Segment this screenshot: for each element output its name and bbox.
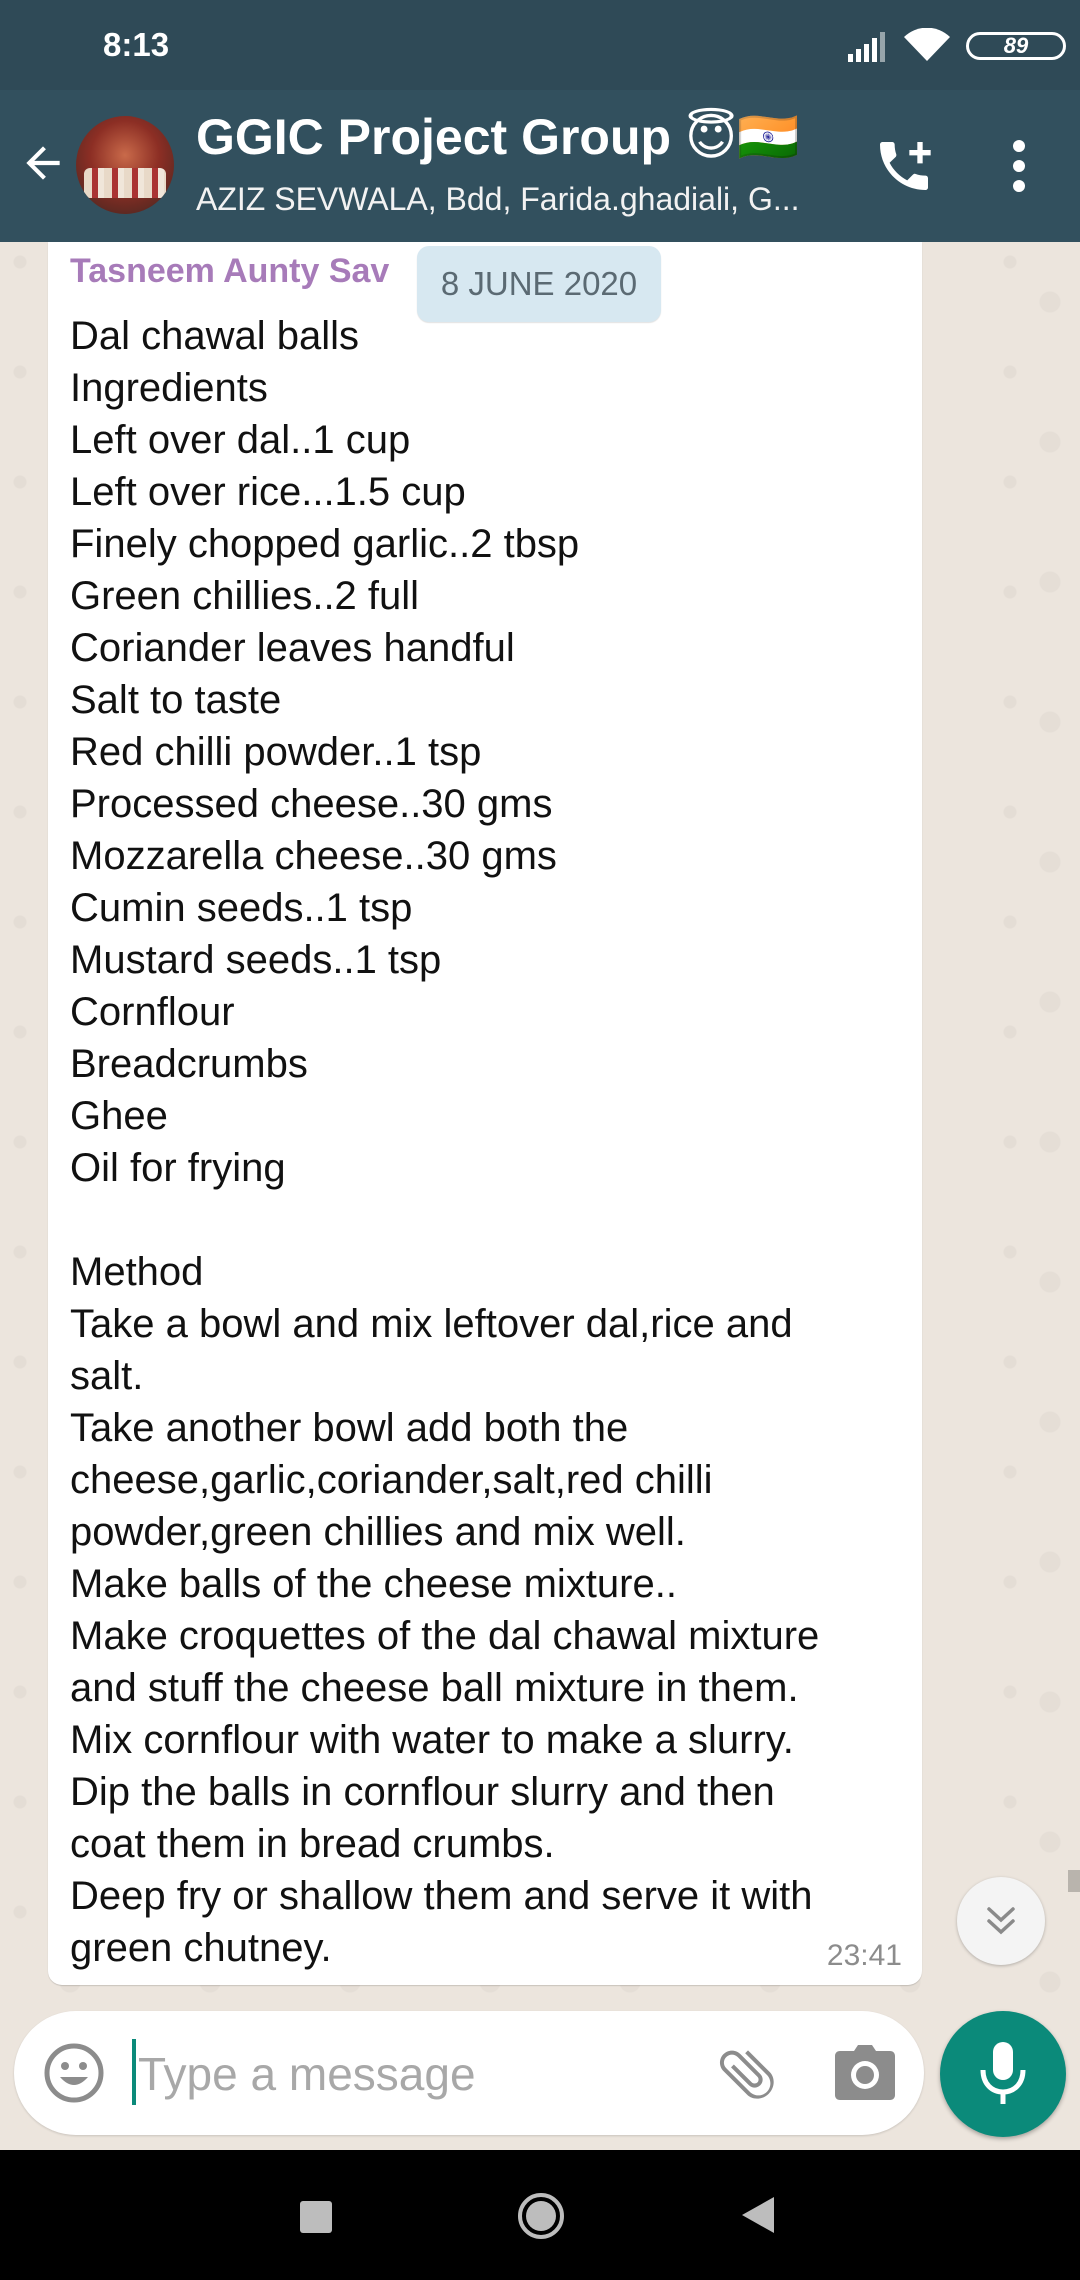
message-line: Oil for frying xyxy=(70,1146,286,1190)
message-line: Finely chopped garlic..2 tbsp xyxy=(70,522,580,566)
recents-button[interactable] xyxy=(300,2201,332,2233)
message-line: Ghee xyxy=(70,1094,168,1138)
message-line: Left over rice...1.5 cup xyxy=(70,470,466,514)
message-line: Take another bowl add both the xyxy=(70,1406,629,1450)
message-line xyxy=(70,1194,910,1246)
message-line: Salt to taste xyxy=(70,678,282,722)
emoji-icon[interactable] xyxy=(42,2041,106,2105)
message-line: powder,green chillies and mix well. xyxy=(70,1510,686,1554)
message-line: Cornflour xyxy=(70,990,235,1034)
message-line: Make balls of the cheese mixture.. xyxy=(70,1562,677,1606)
home-button[interactable] xyxy=(516,2191,566,2241)
message-line: Method xyxy=(70,1250,204,1294)
scrollbar-handle[interactable] xyxy=(1068,1870,1080,1892)
camera-icon[interactable] xyxy=(834,2043,896,2103)
chevron-double-down-icon xyxy=(987,1907,1015,1935)
mic-icon xyxy=(980,2042,1026,2104)
group-members: AZIZ SEVWALA, Bdd, Farida.ghadiali, G... xyxy=(196,181,800,217)
status-bar: 8:13 89 xyxy=(0,0,1080,90)
add-call-icon[interactable] xyxy=(872,134,936,198)
signal-icon xyxy=(848,32,885,62)
message-line: Breadcrumbs xyxy=(70,1042,308,1086)
chat-header: GGIC Project Group 😇🇮🇳 AZIZ SEVWALA, Bdd… xyxy=(0,90,1080,242)
message-bubble[interactable]: Tasneem Aunty Sav Dal chawal balls Ingred… xyxy=(48,242,922,1985)
more-vertical-icon[interactable] xyxy=(1006,138,1032,194)
scroll-to-bottom-button[interactable] xyxy=(957,1877,1045,1965)
message-line: coat them in bread crumbs. xyxy=(70,1822,555,1866)
wifi-icon xyxy=(904,28,950,61)
message-line: Take a bowl and mix leftover dal,rice an… xyxy=(70,1302,793,1346)
message-line: Red chilli powder..1 tsp xyxy=(70,730,482,774)
message-line: Left over dal..1 cup xyxy=(70,418,411,462)
message-line: Cumin seeds..1 tsp xyxy=(70,886,413,930)
message-line: Green chillies..2 full xyxy=(70,574,420,618)
message-composer xyxy=(14,2011,924,2135)
message-line: and stuff the cheese ball mixture in the… xyxy=(70,1666,799,1710)
group-info[interactable]: GGIC Project Group 😇🇮🇳 AZIZ SEVWALA, Bdd… xyxy=(196,108,856,218)
date-chip: 8 JUNE 2020 xyxy=(417,246,661,322)
group-avatar[interactable] xyxy=(76,116,174,214)
message-input[interactable] xyxy=(136,2035,700,2113)
message-line: Dip the balls in cornflour slurry and th… xyxy=(70,1770,775,1814)
chat-area[interactable]: Tasneem Aunty Sav Dal chawal balls Ingred… xyxy=(0,242,1080,2010)
system-navigation-bar xyxy=(0,2150,1080,2280)
battery-indicator: 89 xyxy=(966,32,1066,60)
message-text: Dal chawal balls Ingredients Left over dal… xyxy=(70,310,910,1974)
message-line: Mustard seeds..1 tsp xyxy=(70,938,442,982)
message-line: Ingredients xyxy=(70,366,268,410)
voice-message-button[interactable] xyxy=(940,2011,1066,2137)
group-name: GGIC Project Group 😇🇮🇳 xyxy=(196,109,800,165)
message-time: 23:41 xyxy=(826,1939,902,1972)
message-line: Deep fry or shallow them and serve it wi… xyxy=(70,1874,813,1918)
message-line: cheese,garlic,coriander,salt,red chilli xyxy=(70,1458,713,1502)
message-line: salt. xyxy=(70,1354,144,1398)
message-line: Processed cheese..30 gms xyxy=(70,782,553,826)
message-line: green chutney. xyxy=(70,1926,332,1970)
message-sender: Tasneem Aunty Sav xyxy=(70,252,390,290)
message-line: Mix cornflour with water to make a slurr… xyxy=(70,1718,794,1762)
message-line: Make croquettes of the dal chawal mixtur… xyxy=(70,1614,820,1658)
message-line: Mozzarella cheese..30 gms xyxy=(70,834,557,878)
attach-icon[interactable] xyxy=(716,2041,780,2105)
status-time: 8:13 xyxy=(103,26,170,63)
message-line: Coriander leaves handful xyxy=(70,626,515,670)
nav-back-button[interactable] xyxy=(740,2195,776,2235)
back-arrow-icon[interactable] xyxy=(18,138,68,188)
